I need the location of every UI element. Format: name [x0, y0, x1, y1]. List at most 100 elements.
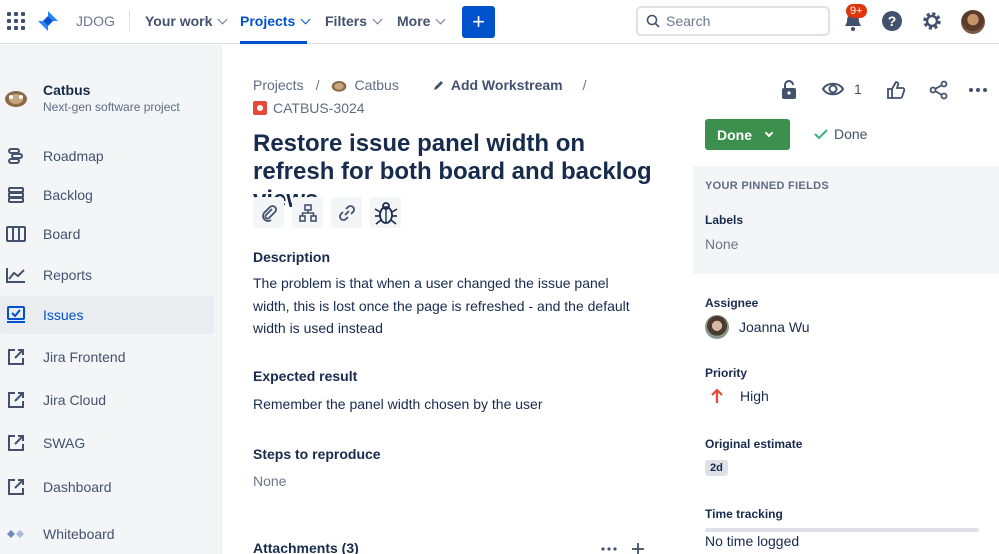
- breadcrumb-separator: /: [315, 77, 320, 93]
- jira-logo-icon[interactable]: [37, 10, 59, 32]
- expected-result-text[interactable]: Remember the panel width chosen by the u…: [253, 393, 633, 416]
- chevron-down-icon: [217, 14, 228, 24]
- nav-filters-label: Filters: [325, 13, 368, 29]
- description-text[interactable]: The problem is that when a user changed …: [253, 272, 633, 340]
- breadcrumb-projects[interactable]: Projects: [253, 77, 304, 93]
- sidebar-item-issues[interactable]: Issues: [0, 296, 214, 334]
- nav-more-label: More: [397, 13, 431, 29]
- watch-count: 1: [854, 81, 862, 97]
- bug-app-button[interactable]: [370, 197, 401, 228]
- nav-projects-label: Projects: [240, 13, 296, 29]
- sidebar-item-label: Backlog: [43, 187, 93, 203]
- sidebar-item-label: Reports: [43, 267, 93, 283]
- sidebar-item-swag[interactable]: SWAG: [0, 424, 214, 462]
- priority-field-value[interactable]: High: [710, 388, 769, 404]
- assignee-field-label: Assignee: [705, 296, 759, 310]
- lock-icon[interactable]: [780, 80, 798, 100]
- sidebar-item-board[interactable]: Board: [0, 215, 214, 253]
- pinned-fields-title: YOUR PINNED FIELDS: [705, 180, 829, 192]
- resolution-status: Done: [814, 126, 867, 142]
- bug-issue-type-icon: [253, 101, 267, 115]
- sidebar-item-dashboard[interactable]: Dashboard: [0, 468, 214, 506]
- search-icon: [646, 14, 660, 28]
- create-button[interactable]: +: [462, 6, 495, 38]
- priority-high-arrow-icon: [711, 388, 723, 403]
- user-avatar[interactable]: [961, 10, 985, 34]
- project-type: Next-gen software project: [43, 100, 180, 114]
- eye-icon: [822, 82, 844, 96]
- search-input[interactable]: Search: [636, 6, 830, 36]
- active-nav-indicator: [240, 41, 307, 44]
- link-issue-button[interactable]: [331, 197, 362, 228]
- link-icon: [338, 204, 355, 221]
- more-options-icon[interactable]: [601, 547, 617, 551]
- sidebar-item-roadmap[interactable]: Roadmap: [0, 137, 214, 175]
- nav-divider: [129, 10, 130, 32]
- breadcrumb-project[interactable]: Catbus: [354, 77, 398, 93]
- attach-button[interactable]: [253, 197, 284, 228]
- hierarchy-icon: [298, 203, 317, 222]
- assignee-field-value[interactable]: Joanna Wu: [705, 315, 810, 339]
- add-workstream-link[interactable]: Add Workstream: [451, 77, 563, 93]
- project-name[interactable]: Catbus: [43, 82, 90, 98]
- help-icon[interactable]: ?: [881, 10, 903, 32]
- estimate-value[interactable]: 2d: [705, 460, 728, 476]
- sidebar-item-whiteboard[interactable]: Whiteboard: [0, 515, 214, 553]
- settings-gear-icon[interactable]: [921, 10, 943, 32]
- share-icon[interactable]: [929, 80, 949, 100]
- sidebar-item-label: Jira Frontend: [43, 349, 126, 365]
- chevron-down-icon: [372, 14, 383, 24]
- project-avatar-icon: [5, 91, 27, 107]
- top-navigation: JDOG Your work Projects Filters More + S…: [0, 0, 999, 44]
- nav-your-work[interactable]: Your work: [145, 13, 228, 29]
- pinned-fields-panel: YOUR PINNED FIELDS Labels None: [693, 166, 999, 274]
- issue-key-link[interactable]: CATBUS-3024: [253, 100, 365, 116]
- thumbs-up-icon[interactable]: [886, 80, 906, 100]
- external-link-icon: [6, 390, 26, 410]
- external-link-icon: [6, 477, 26, 497]
- roadmap-icon: [6, 146, 26, 166]
- watch-button[interactable]: 1: [822, 80, 862, 98]
- sidebar-item-label: Roadmap: [43, 148, 104, 164]
- site-name[interactable]: JDOG: [76, 13, 115, 29]
- nav-filters[interactable]: Filters: [325, 13, 383, 29]
- sidebar-item-label: Board: [43, 226, 81, 242]
- check-icon: [814, 129, 828, 140]
- time-tracking-value: No time logged: [705, 533, 800, 549]
- status-label: Done: [717, 126, 752, 143]
- sidebar-item-reports[interactable]: Reports: [0, 256, 214, 294]
- more-actions-icon[interactable]: [969, 88, 987, 92]
- bug-icon: [374, 201, 397, 225]
- whiteboard-icon: [6, 524, 26, 544]
- breadcrumb-separator: /: [582, 77, 587, 93]
- labels-field-value[interactable]: None: [705, 236, 738, 252]
- assignee-avatar: [705, 315, 729, 339]
- issues-icon: [6, 305, 26, 325]
- chevron-down-icon: [764, 128, 774, 138]
- attachments-heading: Attachments (3): [253, 540, 359, 554]
- time-tracking-label: Time tracking: [705, 507, 783, 521]
- nav-more[interactable]: More: [397, 13, 446, 29]
- steps-text[interactable]: None: [253, 470, 633, 493]
- priority-value: High: [740, 388, 769, 404]
- resolution-label: Done: [834, 126, 868, 142]
- status-transition-button[interactable]: Done: [705, 119, 790, 150]
- sidebar-item-jira-cloud[interactable]: Jira Cloud: [0, 381, 214, 419]
- app-switcher-icon[interactable]: [7, 12, 25, 30]
- add-child-issue-button[interactable]: [292, 197, 323, 228]
- sidebar-item-jira-frontend[interactable]: Jira Frontend: [0, 338, 214, 376]
- time-tracking-bar[interactable]: [705, 528, 979, 532]
- issue-key: CATBUS-3024: [273, 100, 365, 116]
- sidebar-item-label: Issues: [43, 307, 84, 323]
- board-icon: [6, 224, 26, 244]
- description-heading: Description: [253, 249, 331, 265]
- add-attachment-icon[interactable]: [631, 542, 645, 554]
- expected-result-heading: Expected result: [253, 368, 358, 384]
- sidebar-item-label: SWAG: [43, 435, 86, 451]
- backlog-icon: [6, 185, 26, 205]
- sidebar-item-label: Dashboard: [43, 479, 112, 495]
- project-sidebar: Catbus Next-gen software project Roadmap…: [0, 45, 222, 554]
- sidebar-item-backlog[interactable]: Backlog: [0, 176, 214, 214]
- chevron-down-icon: [436, 14, 446, 24]
- nav-projects[interactable]: Projects: [240, 13, 311, 29]
